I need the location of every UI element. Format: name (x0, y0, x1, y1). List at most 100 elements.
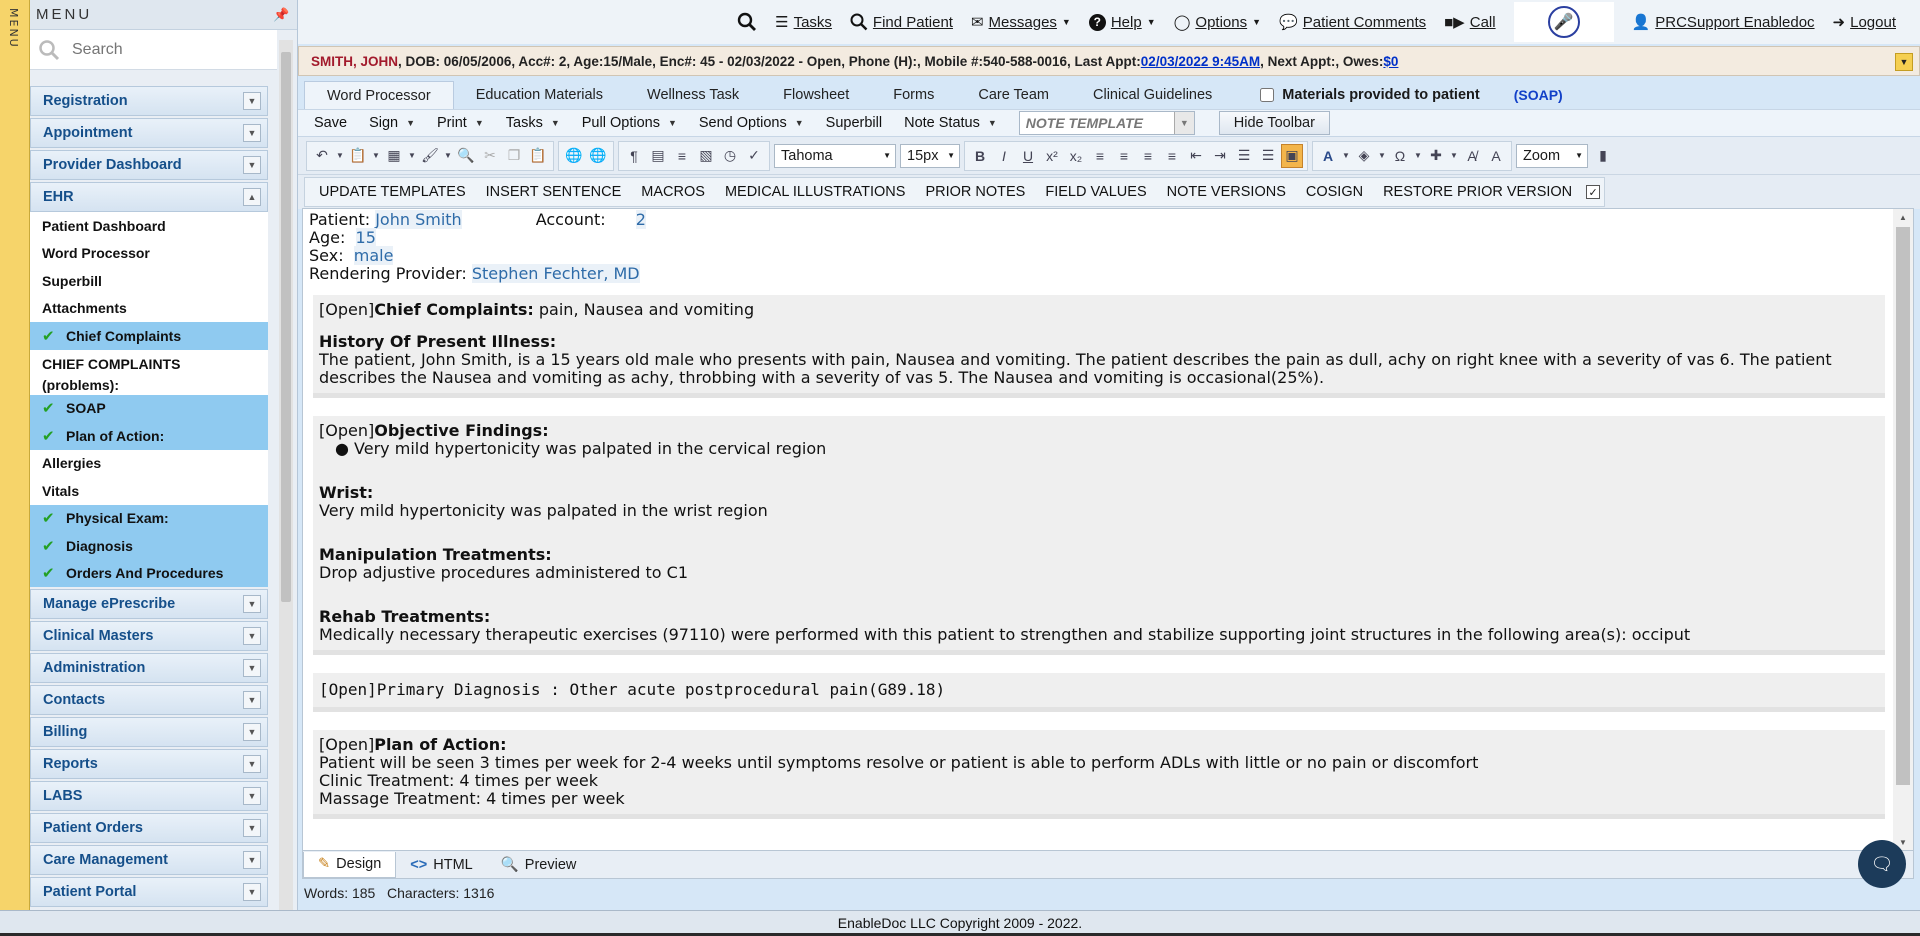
note-editor[interactable]: Patient: John Smith Account: 2 Age: 15 Sex… (302, 208, 1914, 851)
sidebar-item-ehr[interactable]: EHR ▲ (30, 182, 268, 212)
tasks-menu[interactable]: Tasks ▼ (506, 115, 582, 131)
paste-text-icon[interactable]: 📋 (527, 144, 549, 168)
help-menu[interactable]: ? Help ▼ (1088, 13, 1156, 31)
field-values-button[interactable]: FIELD VALUES (1035, 184, 1156, 200)
sidebar-item-reports[interactable]: Reports ▼ (30, 749, 268, 779)
caret-down-icon[interactable]: ▼ (1377, 144, 1387, 168)
note-versions-button[interactable]: NOTE VERSIONS (1157, 184, 1296, 200)
find-icon[interactable]: 🔍 (455, 144, 477, 168)
indent-icon[interactable]: ⇥ (1209, 144, 1231, 168)
design-mode-button[interactable]: ✎ Design (303, 851, 397, 878)
zoom-select[interactable]: Zoom ▼ (1516, 143, 1588, 168)
caret-down-icon[interactable]: ▼ (407, 144, 417, 168)
sidebar-item-labs[interactable]: LABS ▼ (30, 781, 268, 811)
format-painter-icon[interactable]: 🖌 (419, 144, 441, 168)
highlight-icon[interactable]: ▣ (1281, 143, 1303, 168)
paste-icon[interactable]: 📋 (347, 144, 369, 168)
macros-button[interactable]: MACROS (631, 184, 715, 200)
save-button[interactable]: Save (314, 115, 369, 131)
chevron-down-icon[interactable]: ▼ (243, 851, 261, 869)
update-templates-button[interactable]: UPDATE TEMPLATES (309, 184, 476, 200)
medical-illustrations-button[interactable]: MEDICAL ILLUSTRATIONS (715, 184, 915, 200)
tab-education-materials[interactable]: Education Materials (454, 81, 625, 109)
bold-icon[interactable]: B (969, 144, 991, 168)
spellcheck-icon[interactable]: ✓ (743, 144, 765, 168)
sidebar-item-appointment[interactable]: Appointment ▼ (30, 118, 268, 148)
font-color-icon[interactable]: A (1317, 144, 1339, 168)
unlink-icon[interactable]: 🌐 (587, 144, 609, 168)
menu-toggle-strip[interactable]: MENU (0, 0, 30, 936)
sidebar-item-patient-portal[interactable]: Patient Portal ▼ (30, 877, 268, 907)
messages-menu[interactable]: ✉ Messages ▼ (971, 13, 1071, 32)
materials-provided-checkbox[interactable]: Materials provided to patient (1260, 81, 1480, 109)
underline-icon[interactable]: U (1017, 144, 1039, 168)
ehr-item-allergies[interactable]: Allergies (30, 450, 268, 478)
cut-icon[interactable]: ✂ (479, 144, 501, 168)
chevron-up-icon[interactable]: ▲ (243, 188, 261, 206)
caret-down-icon[interactable]: ▼ (335, 144, 345, 168)
clear-format-icon[interactable]: A̸ (1461, 144, 1483, 168)
sidebar-search-input[interactable] (72, 40, 252, 59)
restore-checkbox[interactable]: ✓ (1586, 185, 1601, 199)
undo-icon[interactable]: ↶ (311, 144, 333, 168)
chevron-down-icon[interactable]: ▼ (243, 595, 261, 613)
tab-flowsheet[interactable]: Flowsheet (761, 81, 871, 109)
dictation-button[interactable]: 🎤 (1513, 2, 1614, 42)
outdent-icon[interactable]: ⇤ (1185, 144, 1207, 168)
caret-down-icon[interactable]: ▼ (371, 144, 381, 168)
italic-icon[interactable]: I (993, 144, 1015, 168)
justify-icon[interactable]: ≡ (1161, 144, 1183, 168)
provider-field-value[interactable]: Stephen Fechter, MD (471, 264, 640, 283)
note-template-select[interactable]: NOTE TEMPLATE ▼ (1018, 111, 1195, 135)
materials-checkbox-input[interactable] (1260, 88, 1275, 102)
chevron-down-icon[interactable]: ▼ (1173, 112, 1194, 134)
patient-field-value[interactable]: John Smith (375, 210, 462, 229)
pull-options-menu[interactable]: Pull Options ▼ (582, 115, 699, 131)
global-search-button[interactable] (737, 12, 757, 32)
account-field-value[interactable]: 2 (635, 210, 646, 229)
calculator-icon[interactable]: ▧ (695, 144, 717, 168)
sign-menu[interactable]: Sign ▼ (369, 115, 437, 131)
sidebar-item-patient-orders[interactable]: Patient Orders ▼ (30, 813, 268, 843)
sidebar-item-care-management[interactable]: Care Management ▼ (30, 845, 268, 875)
scroll-up-icon[interactable]: ▲ (1893, 209, 1913, 225)
caret-down-icon[interactable]: ▼ (443, 144, 453, 168)
ehr-item-chief-complaints[interactable]: ✔ Chief Complaints (30, 322, 268, 350)
chevron-down-icon[interactable]: ▼ (243, 819, 261, 837)
insert-symbol-icon[interactable]: ✚ (1425, 144, 1447, 168)
tab-forms[interactable]: Forms (871, 81, 956, 109)
call-link[interactable]: ■▶ Call (1444, 13, 1495, 32)
dictation-icon[interactable]: ▮ (1592, 144, 1614, 168)
insert-sentence-button[interactable]: INSERT SENTENCE (476, 184, 632, 200)
ehr-item-diagnosis[interactable]: ✔ Diagnosis (30, 532, 268, 560)
editor-scrollbar[interactable]: ▲ ▼ (1893, 209, 1913, 850)
restore-prior-version-button[interactable]: RESTORE PRIOR VERSION (1373, 184, 1582, 200)
sidebar-scrollbar[interactable] (279, 40, 293, 910)
preview-mode-button[interactable]: 🔍 Preview (487, 852, 591, 878)
paragraph-icon[interactable]: ¶ (623, 144, 645, 168)
sidebar-item-clinical-masters[interactable]: Clinical Masters ▼ (30, 621, 268, 651)
editor-scroll-thumb[interactable] (1896, 227, 1910, 785)
chevron-down-icon[interactable]: ▼ (243, 755, 261, 773)
ehr-item-physical-exam[interactable]: ✔ Physical Exam: (30, 504, 268, 532)
chevron-down-icon[interactable]: ▼ (243, 883, 261, 901)
user-menu[interactable]: 👤 PRCSupport Enabledoc (1632, 13, 1815, 32)
ehr-item-vitals[interactable]: Vitals (30, 477, 268, 505)
cosign-button[interactable]: COSIGN (1296, 184, 1373, 200)
logout-link[interactable]: ➜ Logout (1833, 13, 1896, 32)
patient-comments-link[interactable]: 💬 Patient Comments (1279, 13, 1426, 32)
ehr-item-word-processor[interactable]: Word Processor (30, 240, 268, 268)
sidebar-scroll-thumb[interactable] (281, 52, 291, 602)
prior-notes-button[interactable]: PRIOR NOTES (915, 184, 1035, 200)
tasks-link[interactable]: ☰ Tasks (775, 13, 832, 32)
note-content[interactable]: Patient: John Smith Account: 2 Age: 15 Sex… (303, 209, 1891, 850)
sidebar-item-provider-dashboard[interactable]: Provider Dashboard ▼ (30, 150, 268, 180)
objective-findings-section[interactable]: [Open]Objective Findings: ● Very mild hy… (313, 416, 1885, 655)
tab-wellness-task[interactable]: Wellness Task (625, 81, 761, 109)
soap-link[interactable]: (SOAP) (1514, 81, 1563, 109)
caret-down-icon[interactable]: ▼ (1449, 144, 1459, 168)
plan-of-action-section[interactable]: [Open]Plan of Action: Patient will be se… (313, 730, 1885, 819)
sidebar-item-registration[interactable]: Registration ▼ (30, 86, 268, 116)
align-block-icon[interactable]: ≡ (671, 144, 693, 168)
diagnosis-section[interactable]: [Open]Primary Diagnosis : Other acute po… (313, 673, 1885, 712)
